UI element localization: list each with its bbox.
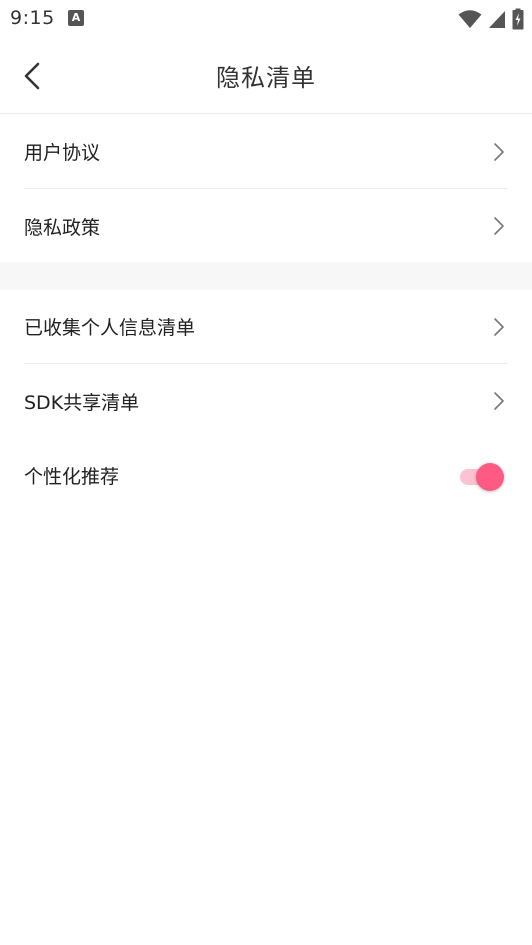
list-item-label: 隐私政策 (24, 216, 101, 239)
list-item-user-agreement[interactable]: 用户协议 (24, 115, 508, 189)
list-item-personalized-recommendation: 个性化推荐 (24, 438, 508, 512)
legal-group: 用户协议 隐私政策 (0, 115, 532, 263)
personalized-recommendation-toggle[interactable] (458, 460, 504, 491)
status-time: 9:15 (10, 7, 55, 29)
list-item-label: 个性化推荐 (24, 465, 120, 488)
page-title: 隐私清单 (216, 64, 316, 92)
list-item-label: 已收集个人信息清单 (24, 317, 196, 339)
chevron-right-icon (494, 317, 504, 336)
list-item-label: 用户协议 (24, 142, 101, 164)
wifi-icon (458, 10, 482, 28)
notification-a-icon: A (68, 10, 84, 26)
chevron-right-icon (494, 392, 504, 410)
screen: 9:15 A 隐私清单 用户协议 隐私政策 已收集个人信息清单 SDK共享清单 … (0, 0, 532, 945)
toggle-thumb (476, 463, 504, 491)
battery-icon (512, 8, 524, 30)
signal-icon (489, 11, 505, 28)
status-indicators (458, 8, 524, 30)
data-group: 已收集个人信息清单 SDK共享清单 个性化推荐 (0, 290, 532, 512)
section-divider (0, 262, 532, 290)
status-bar: 9:15 A (0, 0, 532, 38)
list-item-privacy-policy[interactable]: 隐私政策 (24, 189, 508, 263)
header: 隐私清单 (0, 38, 532, 114)
list-item-collected-info[interactable]: 已收集个人信息清单 (24, 290, 508, 364)
chevron-right-icon (494, 142, 504, 161)
chevron-right-icon (494, 217, 504, 235)
list-item-label: SDK共享清单 (24, 391, 140, 414)
list-item-sdk-sharing[interactable]: SDK共享清单 (24, 364, 508, 438)
